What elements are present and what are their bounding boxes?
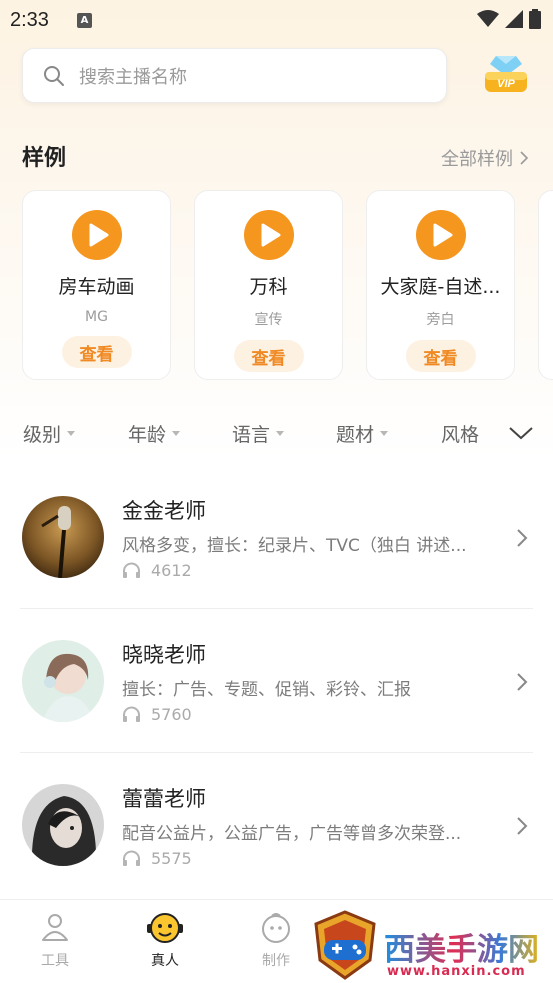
avatar[interactable] — [22, 784, 104, 866]
chevron-right-icon[interactable] — [515, 671, 529, 693]
filter-label: 年龄 — [128, 424, 167, 446]
chevron-down-icon[interactable] — [508, 425, 534, 441]
sample-cards: 房车动画 MG 查看 万科 宣传 查看 大家庭-自述... 旁白 查看 — [22, 190, 515, 380]
triangle-down-icon — [67, 431, 76, 436]
woman-avatar-image — [22, 784, 104, 866]
avatar[interactable] — [22, 496, 104, 578]
mascot-icon — [147, 913, 183, 943]
status-time: 2:33 — [10, 8, 49, 31]
listen-count: 5760 — [122, 705, 192, 724]
sample-card-title: 万科 — [249, 276, 288, 298]
all-samples-label: 全部样例 — [441, 149, 513, 170]
all-samples-link[interactable]: 全部样例 — [441, 145, 529, 171]
create-icon — [262, 913, 290, 943]
triangle-down-icon — [380, 431, 389, 436]
tools-icon — [42, 914, 68, 941]
chevron-right-icon[interactable] — [515, 527, 529, 549]
vip-label: VIP — [497, 78, 515, 90]
teacher-name: 蕾蕾老师 — [122, 787, 206, 811]
search-placeholder: 搜索主播名称 — [79, 66, 187, 88]
girl-avatar-image — [22, 640, 104, 722]
samples-title: 样例 — [22, 146, 67, 171]
filter-age[interactable]: 年龄 — [128, 420, 181, 447]
teacher-description: 配音公益片，公益广告，广告等曾多次荣登... — [122, 824, 462, 844]
filter-style[interactable]: 风格 — [441, 420, 479, 447]
chevron-right-icon[interactable] — [515, 815, 529, 837]
divider — [20, 752, 533, 753]
sample-card-subtitle: 宣传 — [254, 312, 283, 328]
wifi-icon — [477, 10, 499, 27]
sample-card-title: 房车动画 — [58, 276, 135, 298]
listen-count-value: 4612 — [151, 561, 192, 580]
nav-label: 制作 — [262, 953, 290, 969]
triangle-down-icon — [172, 431, 181, 436]
watermark-url: www.hanxin.com — [387, 964, 526, 979]
microphone-avatar-image — [22, 496, 104, 578]
search-icon — [44, 65, 64, 86]
view-button[interactable]: 查看 — [233, 340, 304, 372]
battery-icon — [529, 9, 541, 29]
filter-label: 级别 — [23, 424, 62, 446]
avatar[interactable] — [22, 640, 104, 722]
sample-card[interactable]: 房车动画 MG 查看 — [22, 190, 171, 380]
sample-card-subtitle: 旁白 — [426, 312, 455, 328]
filter-language[interactable]: 语言 — [232, 420, 285, 447]
triangle-down-icon — [276, 431, 285, 436]
notification-icon: A — [76, 12, 92, 28]
sample-card-subtitle: MG — [85, 309, 108, 325]
teacher-name: 晓晓老师 — [122, 643, 206, 667]
listen-count-value: 5760 — [151, 705, 192, 724]
nav-create[interactable]: 制作 — [236, 912, 316, 970]
nav-label: 真人 — [151, 953, 179, 969]
vip-diamond-icon[interactable]: VIP — [482, 52, 530, 98]
filter-label: 语言 — [232, 424, 271, 446]
search-input[interactable]: 搜索主播名称 — [22, 48, 447, 103]
watermark: 西美手游网 www.hanxin.com — [312, 910, 553, 983]
nav-real-person[interactable]: 真人 — [125, 912, 205, 970]
sample-card[interactable]: 万科 宣传 查看 — [194, 190, 343, 380]
sample-card[interactable]: 大家庭-自述... 旁白 查看 — [366, 190, 515, 380]
headphones-icon — [123, 706, 140, 722]
teacher-name: 金金老师 — [122, 499, 206, 523]
filter-label: 题材 — [336, 424, 375, 446]
play-icon[interactable] — [243, 210, 294, 260]
divider — [20, 608, 533, 609]
listen-count-value: 5575 — [151, 849, 192, 868]
signal-icon — [505, 10, 523, 28]
view-button[interactable]: 查看 — [405, 340, 476, 372]
teacher-description: 风格多变，擅长：纪录片、TVC（独白 讲述... — [122, 536, 467, 556]
nav-label: 工具 — [41, 953, 69, 969]
listen-count: 4612 — [122, 561, 192, 580]
teacher-description: 擅长：广告、专题、促销、彩铃、汇报 — [122, 680, 411, 700]
filter-subject[interactable]: 题材 — [336, 420, 389, 447]
headphones-icon — [123, 562, 140, 578]
game-controller-logo — [314, 910, 376, 980]
listen-count: 5575 — [122, 849, 192, 868]
play-icon[interactable] — [71, 210, 122, 260]
status-icons — [477, 9, 541, 29]
view-button[interactable]: 查看 — [61, 336, 132, 368]
watermark-text: 西美手游网 — [384, 924, 539, 969]
filter-level[interactable]: 级别 — [23, 420, 76, 447]
filter-bar: 级别 年龄 语言 题材 风格 — [0, 412, 553, 454]
headphones-icon — [123, 850, 140, 866]
nav-tools[interactable]: 工具 — [15, 912, 95, 970]
sample-card-partial[interactable] — [538, 190, 553, 380]
filter-label: 风格 — [441, 424, 480, 446]
sample-card-title: 大家庭-自述... — [380, 276, 501, 298]
status-bar: 2:33 A — [0, 0, 553, 40]
chevron-right-icon — [520, 151, 529, 165]
play-icon[interactable] — [415, 210, 466, 260]
